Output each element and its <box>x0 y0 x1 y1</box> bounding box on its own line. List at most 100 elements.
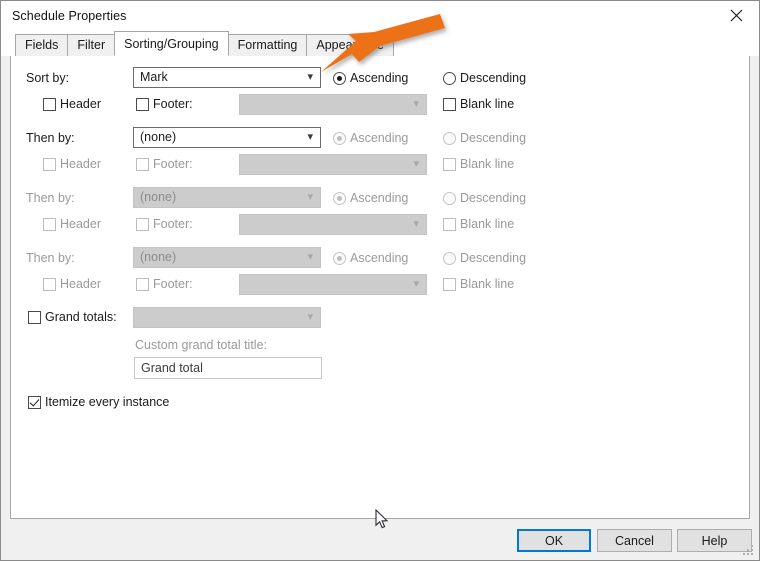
blank-line-checkbox-4: Blank line <box>443 273 514 295</box>
sort-ascending-label-2: Ascending <box>350 131 409 145</box>
chevron-down-icon: ▾ <box>413 218 419 230</box>
sort-descending-radio-3: Descending <box>443 187 526 209</box>
header-checkbox-1[interactable]: Header <box>43 93 101 115</box>
radio-indicator <box>443 131 456 145</box>
chevron-down-icon: ▾ <box>307 131 313 143</box>
cancel-button[interactable]: Cancel <box>597 529 672 552</box>
footer-combo-1: ▾ <box>239 94 427 115</box>
footer-label-4: Footer: <box>153 277 193 291</box>
then-by-label-2: Then by: <box>26 131 75 145</box>
checkbox-indicator <box>443 157 456 171</box>
grand-totals-checkbox[interactable]: Grand totals: <box>28 306 117 328</box>
checkbox-indicator <box>43 217 56 231</box>
checkbox-indicator <box>136 277 149 291</box>
header-checkbox-3: Header <box>43 213 101 235</box>
sort-ascending-radio-1[interactable]: Ascending <box>333 67 408 89</box>
blank-line-label-1: Blank line <box>460 97 515 111</box>
checkbox-indicator <box>443 277 456 291</box>
footer-combo-3: ▾ <box>239 214 427 235</box>
close-icon[interactable] <box>714 1 759 30</box>
custom-grand-total-title-label: Custom grand total title: <box>135 338 268 352</box>
sort-row-3: Then by: (none) ▾ Ascending Descending <box>11 187 749 209</box>
chevron-down-icon: ▾ <box>413 158 419 170</box>
sort-row-4-options: Header Footer: ▾ Blank line <box>11 273 749 295</box>
header-label-3: Header <box>60 217 101 231</box>
footer-combo-4: ▾ <box>239 274 427 295</box>
then-by-field-combo-3: (none) ▾ <box>133 187 321 208</box>
footer-label-2: Footer: <box>153 157 193 171</box>
footer-combo-2: ▾ <box>239 154 427 175</box>
checkbox-indicator <box>28 310 41 324</box>
radio-indicator <box>333 191 346 205</box>
blank-line-checkbox-1[interactable]: Blank line <box>443 93 514 115</box>
footer-label-3: Footer: <box>153 217 193 231</box>
then-by-field-value-4: (none) <box>140 250 177 264</box>
itemize-every-instance-checkbox[interactable]: Itemize every instance <box>28 391 169 413</box>
footer-checkbox-3: Footer: <box>136 213 193 235</box>
header-label-1: Header <box>60 97 101 111</box>
custom-grand-total-title-row: Custom grand total title: <box>11 334 749 356</box>
header-checkbox-4: Header <box>43 273 101 295</box>
sort-descending-radio-2: Descending <box>443 127 526 149</box>
tab-formatting[interactable]: Formatting <box>227 34 308 56</box>
grand-totals-combo: ▾ <box>133 307 321 328</box>
sort-by-label: Sort by: <box>26 71 70 85</box>
custom-grand-total-title-input[interactable]: Grand total <box>134 357 322 379</box>
blank-line-checkbox-3: Blank line <box>443 213 514 235</box>
tab-sorting-grouping[interactable]: Sorting/Grouping <box>114 31 229 56</box>
tab-filter[interactable]: Filter <box>67 34 116 56</box>
tab-fields[interactable]: Fields <box>15 34 69 56</box>
tab-appearance[interactable]: Appearance <box>306 34 394 56</box>
chevron-down-icon: ▾ <box>307 71 313 83</box>
then-by-label-3: Then by: <box>26 191 75 205</box>
dialog-footer: OK Cancel Help <box>1 519 759 560</box>
radio-indicator <box>443 71 456 85</box>
resize-grip[interactable] <box>743 545 755 557</box>
sort-ascending-radio-2: Ascending <box>333 127 408 149</box>
radio-indicator <box>333 251 346 265</box>
sort-row-1: Sort by: Mark ▾ Ascending Descending <box>11 67 749 89</box>
sorting-grouping-panel: Sort by: Mark ▾ Ascending Descending Hea… <box>10 55 750 519</box>
title-bar: Schedule Properties <box>1 1 759 31</box>
blank-line-label-3: Blank line <box>460 217 515 231</box>
sort-descending-label-3: Descending <box>460 191 527 205</box>
checkbox-indicator <box>136 217 149 231</box>
sort-ascending-label-1: Ascending <box>350 71 409 85</box>
grand-totals-label: Grand totals: <box>45 310 117 324</box>
checkbox-indicator <box>136 97 149 111</box>
sort-descending-radio-1[interactable]: Descending <box>443 67 526 89</box>
ok-button[interactable]: OK <box>517 529 591 552</box>
help-button[interactable]: Help <box>677 529 752 552</box>
blank-line-checkbox-2: Blank line <box>443 153 514 175</box>
then-by-field-combo-2[interactable]: (none) ▾ <box>133 127 321 148</box>
window-title: Schedule Properties <box>12 9 127 23</box>
blank-line-label-2: Blank line <box>460 157 515 171</box>
footer-checkbox-1[interactable]: Footer: <box>136 93 193 115</box>
sort-row-1-options: Header Footer: ▾ Blank line <box>11 93 749 115</box>
sort-row-4: Then by: (none) ▾ Ascending Descending <box>11 247 749 269</box>
custom-grand-total-input-row: Grand total <box>11 357 749 379</box>
sort-row-2-options: Header Footer: ▾ Blank line <box>11 153 749 175</box>
itemize-row: Itemize every instance <box>11 391 749 413</box>
sort-descending-label-4: Descending <box>460 251 527 265</box>
then-by-field-value-2: (none) <box>140 130 177 144</box>
footer-label-1: Footer: <box>153 97 193 111</box>
sort-by-field-combo[interactable]: Mark ▾ <box>133 67 321 88</box>
chevron-down-icon: ▾ <box>307 311 313 323</box>
checkbox-indicator <box>28 395 41 409</box>
then-by-label-4: Then by: <box>26 251 75 265</box>
footer-checkbox-2: Footer: <box>136 153 193 175</box>
sort-by-field-value: Mark <box>140 70 168 84</box>
then-by-field-value-3: (none) <box>140 190 177 204</box>
sort-descending-label-1: Descending <box>460 71 527 85</box>
sort-row-3-options: Header Footer: ▾ Blank line <box>11 213 749 235</box>
checkbox-indicator <box>136 157 149 171</box>
sort-descending-radio-4: Descending <box>443 247 526 269</box>
radio-indicator <box>443 251 456 265</box>
tab-strip: Fields Filter Sorting/Grouping Formattin… <box>1 31 759 56</box>
grand-totals-row: Grand totals: ▾ <box>11 306 749 328</box>
checkbox-indicator <box>43 277 56 291</box>
checkbox-indicator <box>43 157 56 171</box>
chevron-down-icon: ▾ <box>307 251 313 263</box>
then-by-field-combo-4: (none) ▾ <box>133 247 321 268</box>
